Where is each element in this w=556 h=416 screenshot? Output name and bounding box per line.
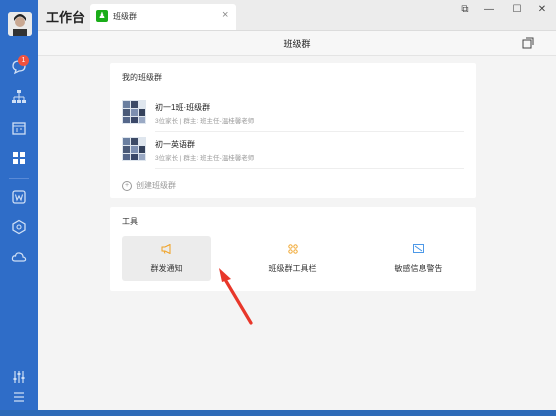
avatar[interactable] [8,12,32,36]
tool-group-toolbar[interactable]: 班级群工具栏 [248,236,337,281]
pin-window-button[interactable]: ⧉ [458,3,472,17]
group-meta: 3位家长 | 群主: 班主任-温桂馨老师 [155,118,255,125]
sidebar-divider [9,178,29,179]
open-external-icon[interactable] [522,36,534,49]
close-window-button[interactable]: ✕ [535,3,549,17]
tools-card: 工具 群发通知 班级群工具栏 敏感信息警告 [110,207,476,291]
tab-close-icon[interactable]: × [222,9,228,21]
page-header: 班级群 [38,31,556,56]
tool-mass-notification[interactable]: 群发通知 [122,236,211,281]
tool-sensitive-warning[interactable]: 敏感信息警告 [374,236,463,281]
tool-label: 群发通知 [150,264,183,273]
calendar-icon[interactable] [10,119,28,137]
cloud-icon[interactable] [10,248,28,266]
tools-title: 工具 [122,217,138,226]
plus-icon: + [122,180,132,191]
group-name: 初一英语群 [155,140,195,149]
my-groups-card: 我的班级群 初一1班·班级群 3位家长 | 群主: 班主任-温桂馨老师 初一英语… [110,63,476,198]
grid-icon [248,244,337,257]
my-groups-title: 我的班级群 [122,73,162,82]
tool-label: 敏感信息警告 [394,264,443,273]
taskbar-strip [0,410,556,416]
workbench-icon[interactable] [10,149,28,167]
tab-class-group[interactable]: ♟ 班级群 × [90,4,236,30]
group-item[interactable]: 初一1班·班级群 3位家长 | 群主: 班主任-温桂馨老师 [122,98,464,132]
group-meta: 3位家长 | 群主: 班主任-温桂馨老师 [155,155,255,162]
sidebar: 1 [0,0,38,416]
create-group-button[interactable]: + 创建班级群 [122,180,176,191]
settings-sliders-icon[interactable] [10,368,28,386]
class-group-icon: ♟ [96,10,108,22]
megaphone-icon [122,243,211,257]
warning-icon [374,244,463,257]
minimize-button[interactable]: — [482,3,496,17]
cube-icon[interactable] [10,218,28,236]
org-chart-icon[interactable] [10,88,28,106]
title-bar: 工作台 ♟ 班级群 × ⧉ — ☐ ✕ [38,0,556,31]
group-avatar [122,137,146,161]
divider [155,168,464,169]
unread-badge: 1 [18,55,29,66]
word-doc-icon[interactable] [10,188,28,206]
create-group-label: 创建班级群 [136,181,176,190]
maximize-button[interactable]: ☐ [510,3,524,17]
group-avatar [122,100,146,124]
app-title: 工作台 [46,10,86,25]
divider [155,131,464,132]
group-name: 初一1班·班级群 [155,103,211,112]
tool-label: 班级群工具栏 [268,264,317,273]
tab-label: 班级群 [113,12,137,21]
menu-icon[interactable] [10,388,28,406]
group-item[interactable]: 初一英语群 3位家长 | 群主: 班主任-温桂馨老师 [122,135,464,169]
page-title: 班级群 [283,39,311,49]
